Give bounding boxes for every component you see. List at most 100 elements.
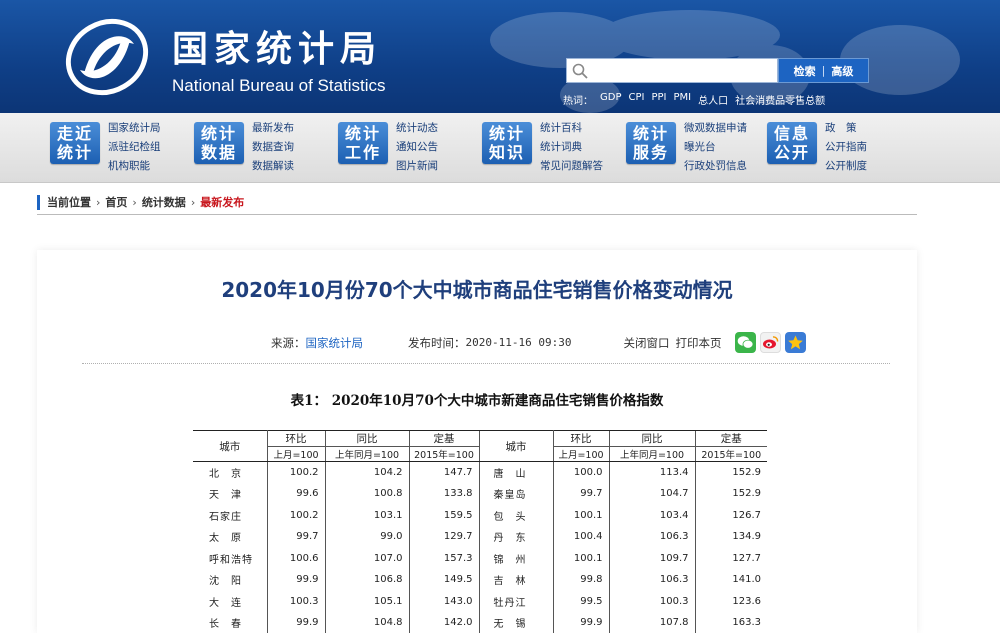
nav-group-work: 统计 工作 统计动态 通知公告 图片新闻	[338, 120, 438, 176]
nav-badge-line: 统计	[56, 143, 93, 162]
yoy-cell: 107.0	[324, 547, 409, 569]
nav-badge-about[interactable]: 走近 统计	[50, 122, 100, 164]
nav-link[interactable]: 公开制度	[825, 158, 867, 174]
column-header-city: 城市	[193, 430, 268, 462]
nav-badge-service[interactable]: 统计 服务	[626, 122, 676, 164]
nav-link[interactable]: 政 策	[825, 120, 867, 136]
publish-time-label: 发布时间：	[408, 335, 466, 350]
yoy-cell: 99.0	[324, 526, 409, 548]
nav-links: 政 策 公开指南 公开制度	[825, 120, 867, 174]
breadcrumb-separator: ›	[132, 195, 137, 209]
article-meta: 来源： 国家统计局 发布时间： 2020-11-16 09:30 关闭窗口 打印…	[271, 332, 807, 353]
nav-link[interactable]: 微观数据申请	[684, 120, 747, 136]
nav-badge-line: 工作	[344, 143, 381, 162]
breadcrumb-separator: ›	[190, 195, 196, 209]
nav-link[interactable]: 机构职能	[108, 158, 161, 174]
publish-time: 2020-11-16 09:30	[465, 336, 572, 349]
nav-link[interactable]: 统计百科	[540, 120, 603, 136]
hot-word-link[interactable]: GDP	[600, 92, 621, 107]
nav-group-knowledge: 统计 知识 统计百科 统计词典 常见问题解答	[482, 120, 603, 176]
hot-words: 热词： GDP CPI PPI PMI 总人口 社会消费品零售总额	[563, 92, 825, 107]
main-navigation: 走近 统计 国家统计局 派驻纪检组 机构职能 统计 数据 最新发布 数据查询 数…	[0, 113, 1000, 183]
mom-cell: 99.9	[266, 612, 325, 633]
search-input[interactable]	[593, 61, 773, 80]
hot-word-link[interactable]: PMI	[673, 92, 691, 107]
nav-badge-line: 走近	[56, 124, 93, 143]
meta-divider	[82, 363, 890, 364]
nav-link[interactable]: 最新发布	[252, 120, 294, 136]
nav-badge-data[interactable]: 统计 数据	[194, 122, 244, 164]
nav-badge-knowledge[interactable]: 统计 知识	[482, 122, 532, 164]
yoy-cell: 100.8	[324, 483, 409, 505]
nav-link[interactable]: 通知公告	[396, 139, 438, 155]
yoy-cell: 106.3	[608, 526, 695, 548]
print-button[interactable]: 打印本页	[675, 335, 721, 351]
close-window-button[interactable]: 关闭窗口	[623, 335, 669, 351]
wechat-share-icon[interactable]	[735, 332, 757, 353]
breadcrumb-statistics[interactable]: 统计数据	[142, 194, 186, 210]
nav-link[interactable]: 国家统计局	[108, 120, 161, 136]
source-link[interactable]: 国家统计局	[306, 335, 364, 351]
hot-words-label: 热词：	[563, 96, 593, 107]
base-cell: 141.0	[694, 569, 767, 591]
nav-links: 微观数据申请 曝光台 行政处罚信息	[684, 120, 747, 174]
yoy-cell: 103.4	[608, 504, 695, 526]
yoy-cell: 104.7	[608, 483, 695, 505]
nav-link[interactable]: 公开指南	[825, 139, 867, 155]
nav-link[interactable]: 统计词典	[540, 139, 603, 155]
breadcrumb-marker	[37, 194, 40, 210]
city-cell: 秦皇岛	[478, 483, 553, 505]
base-cell: 126.7	[694, 504, 767, 526]
breadcrumb-current[interactable]: 最新发布	[200, 194, 244, 210]
search-buttons: 检索 | 高级	[778, 58, 869, 83]
base-cell: 123.6	[694, 590, 767, 612]
mom-cell: 99.5	[552, 590, 609, 612]
qzone-star-icon[interactable]	[785, 332, 807, 353]
search-icon	[572, 63, 588, 79]
advanced-search-button[interactable]: 高级	[831, 63, 853, 79]
column-subheader-base: 2015年=100	[408, 446, 479, 462]
mom-cell: 99.8	[552, 569, 609, 591]
nav-badge-disclosure[interactable]: 信息 公开	[767, 122, 817, 164]
site-header: 国家统计局 National Bureau of Statistics 检索 |…	[0, 0, 1000, 113]
base-cell: 152.9	[694, 483, 767, 505]
hot-word-link[interactable]: PPI	[651, 92, 666, 107]
share-icons	[735, 332, 807, 353]
column-header-yoy: 同比	[608, 430, 695, 447]
table-row: 沈 阳 99.9 106.8 149.5 吉 林 99.8 106.3 141.…	[193, 569, 767, 591]
column-header-mom: 环比	[553, 430, 609, 447]
yoy-cell: 104.8	[324, 612, 409, 633]
nav-badge-work[interactable]: 统计 工作	[338, 122, 388, 164]
mom-cell: 100.2	[266, 504, 325, 526]
mom-cell: 100.1	[552, 504, 609, 526]
nav-badge-line: 公开	[773, 143, 810, 162]
base-cell: 127.7	[694, 547, 767, 569]
breadcrumb-home[interactable]: 首页	[105, 194, 127, 210]
nav-badge-line: 服务	[632, 143, 669, 162]
hot-word-link[interactable]: CPI	[628, 92, 644, 107]
nav-link[interactable]: 行政处罚信息	[684, 158, 747, 174]
nav-link[interactable]: 图片新闻	[396, 158, 438, 174]
nav-link[interactable]: 曝光台	[684, 139, 747, 155]
hot-word-link[interactable]: 社会消费品零售总额	[735, 92, 825, 107]
yoy-cell: 113.4	[608, 461, 695, 483]
yoy-cell: 107.8	[608, 612, 695, 633]
nav-link[interactable]: 统计动态	[396, 120, 438, 136]
nav-link[interactable]: 数据解读	[252, 158, 294, 174]
base-cell: 163.3	[694, 612, 767, 633]
search-button[interactable]: 检索	[794, 63, 816, 79]
nav-link[interactable]: 数据查询	[252, 139, 294, 155]
hot-word-link[interactable]: 总人口	[698, 92, 728, 107]
nav-badge-line: 信息	[773, 124, 810, 143]
nav-badge-line: 统计	[488, 124, 525, 143]
nav-badge-line: 知识	[488, 143, 525, 162]
base-cell: 149.5	[408, 569, 479, 591]
weibo-share-icon[interactable]	[760, 332, 782, 353]
mom-cell: 99.7	[552, 483, 609, 505]
nav-badge-line: 数据	[200, 143, 237, 162]
nav-link[interactable]: 常见问题解答	[540, 158, 603, 174]
city-cell: 天 津	[209, 490, 242, 502]
nav-link[interactable]: 派驻纪检组	[108, 139, 161, 155]
nav-links: 国家统计局 派驻纪检组 机构职能	[108, 120, 161, 174]
city-cell: 锦 州	[478, 547, 553, 569]
